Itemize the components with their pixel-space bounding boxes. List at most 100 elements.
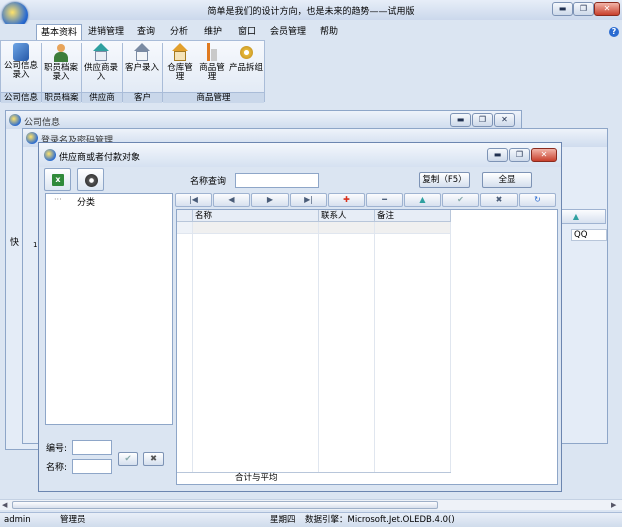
ribbon-group-company: 公司信息: [1, 92, 41, 103]
grid-indicator-cell: [177, 222, 193, 234]
gear-icon: [85, 174, 98, 187]
excel-export-button[interactable]: x: [44, 168, 71, 191]
grid-footer: 合计与平均: [177, 472, 451, 484]
grid-col-line: [318, 222, 319, 472]
grid-indicator-header: [177, 210, 193, 222]
scroll-left-arrow[interactable]: ◀: [2, 501, 7, 509]
cancel-button[interactable]: ✖: [143, 452, 164, 466]
grid-col-line: [192, 222, 193, 472]
nav-add-button[interactable]: ✚: [328, 193, 365, 207]
nav-post-button[interactable]: ✔: [442, 193, 479, 207]
ribbon: 公司信息录入 职员档案录入 供应商录入 客户录入 仓库管理 商品管理 产品拆组 …: [0, 40, 265, 103]
menu-help[interactable]: 帮助: [316, 24, 342, 40]
qq-column-header: QQ: [571, 229, 607, 241]
confirm-button[interactable]: ✔: [118, 452, 138, 466]
house-icon: [91, 43, 111, 63]
nav-first-button[interactable]: |◀: [175, 193, 212, 207]
status-weekday: 星期四: [270, 515, 296, 525]
restore-button[interactable]: ❐: [573, 2, 594, 16]
copy-button[interactable]: 复制（F5）: [419, 172, 470, 188]
horizontal-scrollbar[interactable]: ◀ ▶: [0, 499, 622, 510]
menu-maintenance[interactable]: 维护: [200, 24, 226, 40]
ribbon-item-label: 供应商录入: [83, 63, 118, 82]
ribbon-staff-record[interactable]: 职员档案录入: [43, 43, 79, 82]
menu-purchase-sales[interactable]: 进销管理: [84, 24, 128, 40]
menu-query[interactable]: 查询: [133, 24, 159, 40]
ribbon-group-staff: 职员档案: [42, 92, 81, 103]
window-title: 公司信息: [24, 118, 61, 128]
nav-refresh-button[interactable]: ↻: [519, 193, 556, 207]
supplier-dialog: 供应商或者付款对象 ▬ ❐ ✕ x 名称查询 复制（F5） 全显 ··· 分类 …: [38, 142, 562, 492]
scroll-right-arrow[interactable]: ▶: [611, 501, 616, 509]
menu-member[interactable]: 会员管理: [266, 24, 310, 40]
left-edge-label: 快: [10, 238, 20, 248]
status-user: admin: [4, 515, 31, 525]
left-edge-row-number: 1: [33, 241, 38, 249]
nav-delete-button[interactable]: ━: [366, 193, 403, 207]
restore-button[interactable]: ❐: [472, 113, 493, 127]
ribbon-item-label: 产品拆组: [229, 63, 264, 73]
window-title-bar: 公司信息: [6, 111, 521, 129]
close-button[interactable]: ✕: [494, 113, 515, 127]
name-input[interactable]: [72, 459, 112, 474]
nav-cancel-button[interactable]: ✖: [480, 193, 518, 207]
ribbon-company-info[interactable]: 公司信息录入: [3, 43, 39, 80]
nav-prev-button[interactable]: ◀: [213, 193, 250, 207]
show-all-button[interactable]: 全显: [482, 172, 532, 188]
ribbon-group-supplier: 供应商: [82, 92, 122, 103]
search-input[interactable]: [235, 173, 319, 188]
tree-connector: ···: [54, 195, 62, 204]
grid-header-contact[interactable]: 联系人: [319, 210, 375, 222]
tree-node-category[interactable]: 分类: [77, 195, 95, 208]
ribbon-product-split[interactable]: 产品拆组: [229, 43, 263, 73]
ribbon-customer-entry[interactable]: 客户录入: [124, 43, 160, 73]
dialog-title: 供应商或者付款对象: [59, 153, 141, 163]
minimize-button[interactable]: ▬: [487, 148, 508, 162]
app-title: 简单是我们的设计方向，也是未来的趋势——试用版: [207, 7, 415, 17]
footer-total-label: 合计与平均: [235, 473, 278, 483]
app-icon: [44, 149, 56, 161]
grid-header-remark[interactable]: 备注: [375, 210, 451, 222]
help-icon[interactable]: ?: [609, 27, 619, 37]
ribbon-group-goods: 商品管理: [163, 92, 264, 103]
ribbon-group-customer: 客户: [123, 92, 162, 103]
scroll-thumb[interactable]: [12, 501, 438, 509]
status-engine: 数据引擎：Microsoft.Jet.OLEDB.4.0(): [305, 515, 455, 525]
grid-col-line: [374, 222, 375, 472]
status-role: 管理员: [60, 515, 86, 525]
supplier-grid[interactable]: 名称 联系人 备注 合计与平均: [176, 209, 558, 485]
ribbon-warehouse[interactable]: 仓库管理: [164, 43, 196, 82]
nav-last-button[interactable]: ▶|: [290, 193, 327, 207]
person-icon: [51, 43, 71, 63]
app-icon: [26, 132, 38, 144]
ribbon-goods[interactable]: 商品管理: [197, 43, 227, 82]
house-icon: [132, 43, 152, 63]
close-button[interactable]: ✕: [531, 148, 557, 162]
menu-window[interactable]: 窗口: [234, 24, 260, 40]
excel-icon: x: [52, 174, 64, 186]
grid-col-line: [450, 222, 451, 472]
restore-button[interactable]: ❐: [509, 148, 530, 162]
ribbon-item-label: 客户录入: [124, 63, 159, 73]
grid-empty-row[interactable]: [193, 222, 451, 234]
search-label: 名称查询: [190, 177, 227, 187]
ribbon-supplier-entry[interactable]: 供应商录入: [83, 43, 119, 82]
menu-analysis[interactable]: 分析: [166, 24, 192, 40]
minimize-button[interactable]: ▬: [552, 2, 573, 16]
settings-button[interactable]: [77, 168, 104, 191]
goods-icon: [202, 43, 222, 63]
nav-next-button[interactable]: ▶: [251, 193, 289, 207]
app-icon: [9, 114, 21, 126]
menu-basic-data[interactable]: 基本资料: [36, 24, 83, 40]
ribbon-item-label: 职员档案录入: [43, 63, 78, 82]
category-tree[interactable]: ··· 分类: [45, 193, 173, 425]
nav-edit-button[interactable]: ▲: [404, 193, 441, 207]
dialog-title-bar: 供应商或者付款对象 ▬ ❐ ✕: [39, 143, 561, 167]
name-label: 名称:: [46, 463, 68, 473]
grid-header-name[interactable]: 名称: [193, 210, 319, 222]
ribbon-item-label: 公司信息录入: [3, 61, 38, 80]
close-button[interactable]: ✕: [594, 2, 620, 16]
gear-icon: [236, 43, 256, 63]
minimize-button[interactable]: ▬: [450, 113, 471, 127]
code-input[interactable]: [72, 440, 112, 455]
